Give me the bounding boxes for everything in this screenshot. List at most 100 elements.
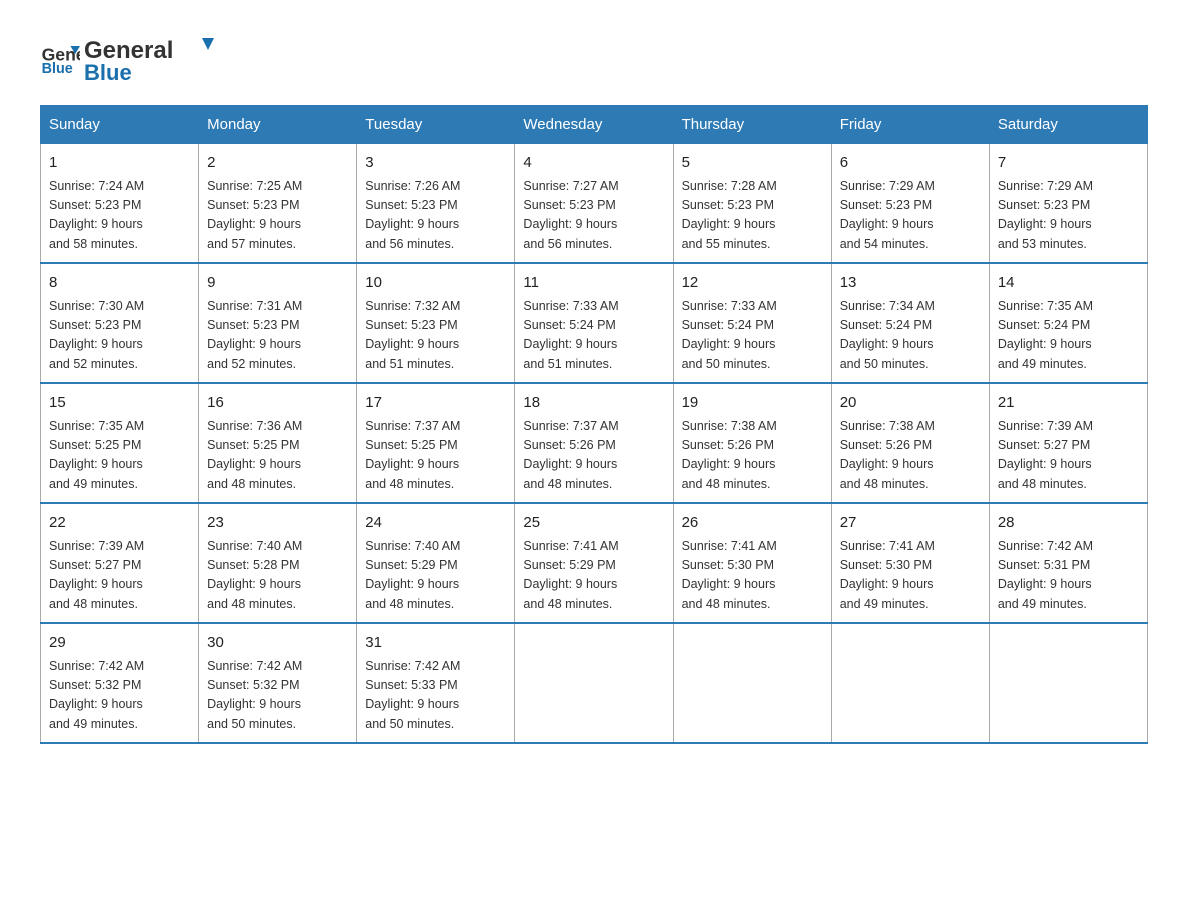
calendar-cell: [515, 623, 673, 743]
day-info: Sunrise: 7:42 AMSunset: 5:32 PMDaylight:…: [207, 657, 348, 735]
day-number: 8: [49, 272, 190, 295]
calendar-week-row: 22Sunrise: 7:39 AMSunset: 5:27 PMDayligh…: [41, 503, 1148, 623]
calendar-cell: 23Sunrise: 7:40 AMSunset: 5:28 PMDayligh…: [199, 503, 357, 623]
day-info: Sunrise: 7:32 AMSunset: 5:23 PMDaylight:…: [365, 297, 506, 375]
calendar-cell: 24Sunrise: 7:40 AMSunset: 5:29 PMDayligh…: [357, 503, 515, 623]
day-number: 27: [840, 512, 981, 535]
day-number: 1: [49, 152, 190, 175]
column-header-saturday: Saturday: [989, 106, 1147, 144]
calendar-cell: 11Sunrise: 7:33 AMSunset: 5:24 PMDayligh…: [515, 263, 673, 383]
day-number: 31: [365, 632, 506, 655]
day-number: 25: [523, 512, 664, 535]
day-info: Sunrise: 7:40 AMSunset: 5:29 PMDaylight:…: [365, 537, 506, 615]
day-info: Sunrise: 7:41 AMSunset: 5:30 PMDaylight:…: [682, 537, 823, 615]
calendar-cell: 19Sunrise: 7:38 AMSunset: 5:26 PMDayligh…: [673, 383, 831, 503]
day-number: 20: [840, 392, 981, 415]
calendar-cell: 15Sunrise: 7:35 AMSunset: 5:25 PMDayligh…: [41, 383, 199, 503]
day-info: Sunrise: 7:41 AMSunset: 5:29 PMDaylight:…: [523, 537, 664, 615]
day-info: Sunrise: 7:35 AMSunset: 5:24 PMDaylight:…: [998, 297, 1139, 375]
calendar-cell: 20Sunrise: 7:38 AMSunset: 5:26 PMDayligh…: [831, 383, 989, 503]
day-info: Sunrise: 7:39 AMSunset: 5:27 PMDaylight:…: [49, 537, 190, 615]
day-number: 26: [682, 512, 823, 535]
day-number: 5: [682, 152, 823, 175]
column-header-wednesday: Wednesday: [515, 106, 673, 144]
calendar-cell: 4Sunrise: 7:27 AMSunset: 5:23 PMDaylight…: [515, 144, 673, 264]
calendar-week-row: 1Sunrise: 7:24 AMSunset: 5:23 PMDaylight…: [41, 144, 1148, 264]
calendar-week-row: 15Sunrise: 7:35 AMSunset: 5:25 PMDayligh…: [41, 383, 1148, 503]
calendar-week-row: 29Sunrise: 7:42 AMSunset: 5:32 PMDayligh…: [41, 623, 1148, 743]
column-header-sunday: Sunday: [41, 106, 199, 144]
day-info: Sunrise: 7:36 AMSunset: 5:25 PMDaylight:…: [207, 417, 348, 495]
logo-svg: General Blue: [84, 30, 214, 85]
calendar-cell: 28Sunrise: 7:42 AMSunset: 5:31 PMDayligh…: [989, 503, 1147, 623]
column-header-tuesday: Tuesday: [357, 106, 515, 144]
day-info: Sunrise: 7:38 AMSunset: 5:26 PMDaylight:…: [682, 417, 823, 495]
day-number: 18: [523, 392, 664, 415]
calendar-cell: [989, 623, 1147, 743]
day-info: Sunrise: 7:30 AMSunset: 5:23 PMDaylight:…: [49, 297, 190, 375]
calendar-cell: 12Sunrise: 7:33 AMSunset: 5:24 PMDayligh…: [673, 263, 831, 383]
calendar-cell: 17Sunrise: 7:37 AMSunset: 5:25 PMDayligh…: [357, 383, 515, 503]
calendar-cell: [831, 623, 989, 743]
calendar-header-row: SundayMondayTuesdayWednesdayThursdayFrid…: [41, 106, 1148, 144]
day-info: Sunrise: 7:31 AMSunset: 5:23 PMDaylight:…: [207, 297, 348, 375]
calendar-cell: 5Sunrise: 7:28 AMSunset: 5:23 PMDaylight…: [673, 144, 831, 264]
day-number: 11: [523, 272, 664, 295]
calendar-cell: 31Sunrise: 7:42 AMSunset: 5:33 PMDayligh…: [357, 623, 515, 743]
calendar-cell: 7Sunrise: 7:29 AMSunset: 5:23 PMDaylight…: [989, 144, 1147, 264]
day-number: 16: [207, 392, 348, 415]
day-number: 21: [998, 392, 1139, 415]
day-info: Sunrise: 7:42 AMSunset: 5:32 PMDaylight:…: [49, 657, 190, 735]
calendar-cell: 29Sunrise: 7:42 AMSunset: 5:32 PMDayligh…: [41, 623, 199, 743]
day-info: Sunrise: 7:29 AMSunset: 5:23 PMDaylight:…: [998, 177, 1139, 255]
day-info: Sunrise: 7:37 AMSunset: 5:25 PMDaylight:…: [365, 417, 506, 495]
column-header-monday: Monday: [199, 106, 357, 144]
calendar-cell: 30Sunrise: 7:42 AMSunset: 5:32 PMDayligh…: [199, 623, 357, 743]
calendar-cell: [673, 623, 831, 743]
day-info: Sunrise: 7:24 AMSunset: 5:23 PMDaylight:…: [49, 177, 190, 255]
day-info: Sunrise: 7:25 AMSunset: 5:23 PMDaylight:…: [207, 177, 348, 255]
day-info: Sunrise: 7:42 AMSunset: 5:33 PMDaylight:…: [365, 657, 506, 735]
day-info: Sunrise: 7:35 AMSunset: 5:25 PMDaylight:…: [49, 417, 190, 495]
day-info: Sunrise: 7:39 AMSunset: 5:27 PMDaylight:…: [998, 417, 1139, 495]
calendar-cell: 1Sunrise: 7:24 AMSunset: 5:23 PMDaylight…: [41, 144, 199, 264]
day-info: Sunrise: 7:33 AMSunset: 5:24 PMDaylight:…: [523, 297, 664, 375]
day-info: Sunrise: 7:26 AMSunset: 5:23 PMDaylight:…: [365, 177, 506, 255]
day-info: Sunrise: 7:27 AMSunset: 5:23 PMDaylight:…: [523, 177, 664, 255]
calendar-table: SundayMondayTuesdayWednesdayThursdayFrid…: [40, 105, 1148, 744]
logo-icon: General Blue: [40, 38, 80, 78]
day-info: Sunrise: 7:38 AMSunset: 5:26 PMDaylight:…: [840, 417, 981, 495]
day-number: 2: [207, 152, 348, 175]
day-number: 29: [49, 632, 190, 655]
calendar-cell: 13Sunrise: 7:34 AMSunset: 5:24 PMDayligh…: [831, 263, 989, 383]
calendar-cell: 26Sunrise: 7:41 AMSunset: 5:30 PMDayligh…: [673, 503, 831, 623]
day-number: 22: [49, 512, 190, 535]
day-info: Sunrise: 7:33 AMSunset: 5:24 PMDaylight:…: [682, 297, 823, 375]
calendar-cell: 3Sunrise: 7:26 AMSunset: 5:23 PMDaylight…: [357, 144, 515, 264]
calendar-cell: 14Sunrise: 7:35 AMSunset: 5:24 PMDayligh…: [989, 263, 1147, 383]
calendar-cell: 25Sunrise: 7:41 AMSunset: 5:29 PMDayligh…: [515, 503, 673, 623]
calendar-cell: 10Sunrise: 7:32 AMSunset: 5:23 PMDayligh…: [357, 263, 515, 383]
calendar-cell: 27Sunrise: 7:41 AMSunset: 5:30 PMDayligh…: [831, 503, 989, 623]
day-number: 24: [365, 512, 506, 535]
calendar-cell: 6Sunrise: 7:29 AMSunset: 5:23 PMDaylight…: [831, 144, 989, 264]
calendar-cell: 9Sunrise: 7:31 AMSunset: 5:23 PMDaylight…: [199, 263, 357, 383]
day-number: 17: [365, 392, 506, 415]
page-header: General Blue General Blue: [40, 30, 1148, 85]
day-number: 10: [365, 272, 506, 295]
column-header-friday: Friday: [831, 106, 989, 144]
day-number: 19: [682, 392, 823, 415]
day-number: 15: [49, 392, 190, 415]
calendar-cell: 16Sunrise: 7:36 AMSunset: 5:25 PMDayligh…: [199, 383, 357, 503]
calendar-cell: 21Sunrise: 7:39 AMSunset: 5:27 PMDayligh…: [989, 383, 1147, 503]
day-number: 4: [523, 152, 664, 175]
day-info: Sunrise: 7:28 AMSunset: 5:23 PMDaylight:…: [682, 177, 823, 255]
day-number: 14: [998, 272, 1139, 295]
day-number: 6: [840, 152, 981, 175]
day-info: Sunrise: 7:37 AMSunset: 5:26 PMDaylight:…: [523, 417, 664, 495]
calendar-cell: 8Sunrise: 7:30 AMSunset: 5:23 PMDaylight…: [41, 263, 199, 383]
svg-text:Blue: Blue: [42, 61, 73, 77]
day-number: 13: [840, 272, 981, 295]
day-info: Sunrise: 7:40 AMSunset: 5:28 PMDaylight:…: [207, 537, 348, 615]
day-number: 7: [998, 152, 1139, 175]
